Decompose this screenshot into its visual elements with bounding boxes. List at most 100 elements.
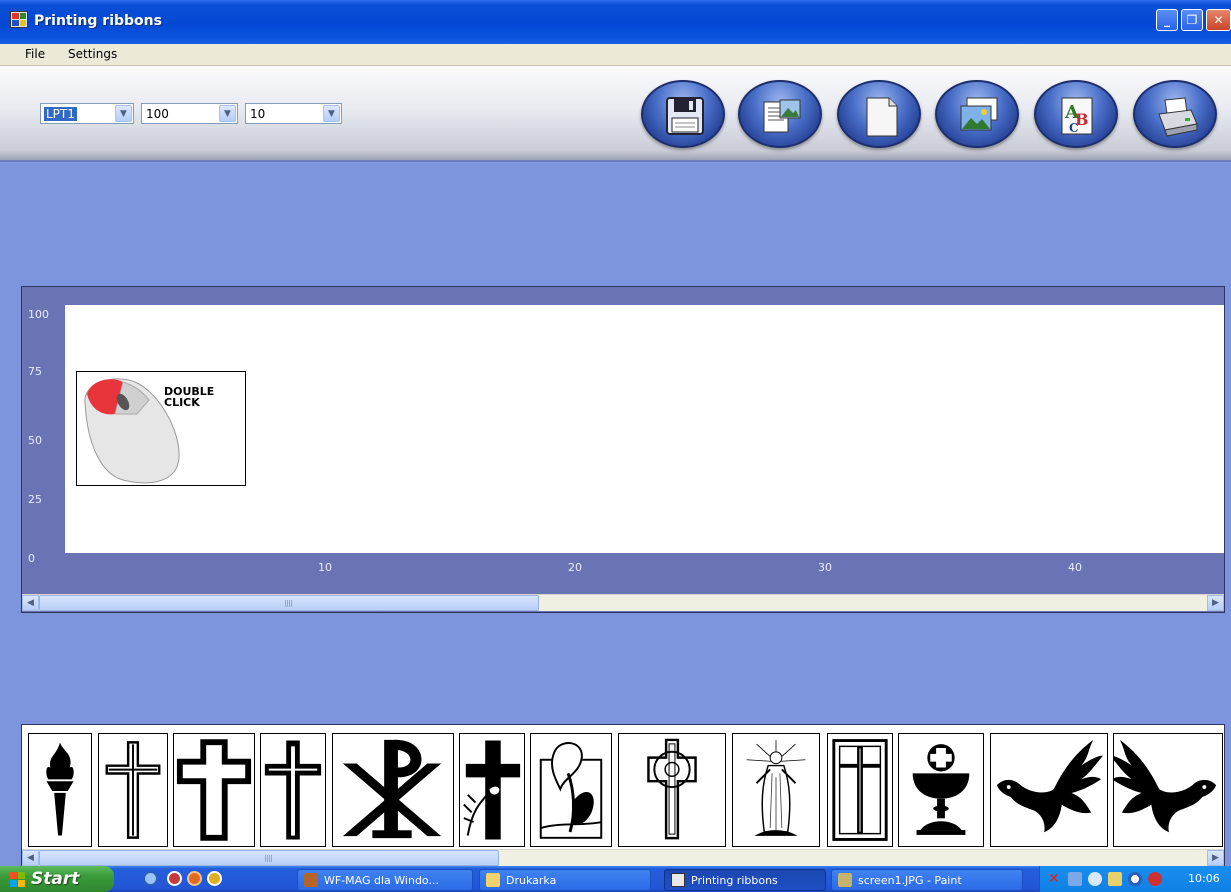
- x-tick-label: 30: [818, 561, 832, 574]
- media-player-icon[interactable]: [167, 871, 182, 886]
- symbol-chi-rho[interactable]: [332, 733, 454, 847]
- double-click-text: DOUBLE CLICK: [164, 385, 215, 409]
- folder-icon: [486, 873, 500, 887]
- start-button[interactable]: Start: [0, 866, 114, 892]
- printer-icon: [1158, 97, 1198, 137]
- y-tick-label: 25: [28, 493, 42, 506]
- height-select[interactable]: 100 ▼: [141, 103, 238, 124]
- chalice-icon: [912, 744, 970, 835]
- double-cross-icon: [264, 740, 322, 840]
- network-icon[interactable]: [1068, 872, 1082, 886]
- y-tick-label: 100: [28, 308, 49, 321]
- symbol-horizontal-scrollbar[interactable]: ◀ ▶: [22, 849, 1224, 866]
- internet-explorer-icon[interactable]: [143, 871, 158, 886]
- width-select-value: 10: [250, 107, 266, 121]
- taskbar: Start WF-MAG dla Windo... Drukarka Print…: [0, 866, 1231, 892]
- menu-settings[interactable]: Settings: [68, 47, 117, 61]
- task-drukarka[interactable]: Drukarka: [479, 869, 651, 891]
- task-paint[interactable]: screen1.JPG - Paint: [831, 869, 1023, 891]
- app-icon: [10, 11, 28, 28]
- minimize-button[interactable]: _: [1156, 9, 1178, 31]
- symbol-gallery: ◀ ▶: [21, 724, 1225, 874]
- window-title: Printing ribbons: [34, 13, 162, 29]
- insert-text-button[interactable]: A B C: [1034, 80, 1118, 148]
- app-icon: [671, 873, 685, 887]
- symbol-celtic-cross[interactable]: [618, 733, 726, 847]
- close-button[interactable]: ✕: [1206, 9, 1231, 31]
- symbol-calla-lily[interactable]: [530, 733, 612, 847]
- symbol-double-cross[interactable]: [260, 733, 326, 847]
- width-select[interactable]: 10 ▼: [245, 103, 342, 124]
- ribbon-canvas-panel: 100 75 50 25 0 DOUBLE CLICK 10 20 30 40 …: [21, 286, 1225, 613]
- package-icon: [304, 873, 318, 887]
- symbol-chalice[interactable]: [898, 733, 984, 847]
- jesus-figure-icon: [746, 740, 806, 836]
- symbol-dove-right[interactable]: [1113, 733, 1223, 847]
- chevron-down-icon[interactable]: ▼: [219, 105, 236, 122]
- port-select-value: LPT1: [44, 107, 77, 121]
- x-tick-label: 40: [1068, 561, 1082, 574]
- security-icon[interactable]: [1128, 872, 1142, 886]
- sound-icon[interactable]: [1088, 872, 1102, 886]
- print-button[interactable]: [1133, 80, 1217, 148]
- start-label: Start: [31, 869, 80, 889]
- y-tick-label: 75: [28, 365, 42, 378]
- insert-document-button[interactable]: [738, 80, 822, 148]
- torch-icon: [46, 742, 74, 836]
- image-icon: [960, 97, 998, 131]
- chevron-down-icon[interactable]: ▼: [115, 105, 132, 122]
- outline-cross-icon: [176, 739, 252, 841]
- chevron-down-icon[interactable]: ▼: [323, 105, 340, 122]
- symbol-jesus[interactable]: [732, 733, 820, 847]
- symbol-thin-cross[interactable]: [98, 733, 168, 847]
- framed-cross-icon: [832, 739, 888, 841]
- scroll-thumb[interactable]: [39, 595, 539, 611]
- scroll-thumb[interactable]: [39, 850, 499, 866]
- symbol-cross-lilies[interactable]: [459, 733, 525, 847]
- title-bar: Printing ribbons _ ❐ ✕: [0, 0, 1231, 44]
- system-tray: ✕ 10:06: [1039, 866, 1231, 892]
- calla-lily-icon: [539, 742, 603, 839]
- height-select-value: 100: [146, 107, 169, 121]
- double-click-hint[interactable]: DOUBLE CLICK: [76, 371, 246, 486]
- symbol-dove-left[interactable]: [990, 733, 1108, 847]
- symbol-framed-cross[interactable]: [827, 733, 893, 847]
- y-tick-label: 50: [28, 434, 42, 447]
- windows-flag-icon: [10, 872, 25, 887]
- menu-bar: File Settings: [0, 44, 1231, 66]
- network-error-icon[interactable]: ✕: [1048, 872, 1062, 886]
- firefox-icon[interactable]: [187, 871, 202, 886]
- scroll-right-button[interactable]: ▶: [1207, 850, 1224, 866]
- insert-image-button[interactable]: [935, 80, 1019, 148]
- task-printing-ribbons[interactable]: Printing ribbons: [664, 869, 826, 891]
- symbol-outline-cross[interactable]: [173, 733, 255, 847]
- svg-text:C: C: [1069, 121, 1079, 135]
- show-desktop-icon[interactable]: [207, 871, 222, 886]
- celtic-cross-icon: [647, 738, 697, 840]
- clock: 10:06: [1188, 872, 1220, 885]
- port-select[interactable]: LPT1 ▼: [40, 103, 134, 124]
- scroll-left-button[interactable]: ◀: [22, 595, 39, 611]
- save-button[interactable]: [641, 80, 725, 148]
- menu-file[interactable]: File: [25, 47, 45, 61]
- update-icon[interactable]: [1108, 872, 1122, 886]
- ribbon-canvas[interactable]: DOUBLE CLICK: [65, 305, 1224, 553]
- mouse-icon: [84, 378, 180, 484]
- maximize-button[interactable]: ❐: [1181, 9, 1203, 31]
- thin-cross-icon: [105, 741, 161, 839]
- symbol-torch[interactable]: [28, 733, 92, 847]
- toolbar: LPT1 ▼ 100 ▼ 10 ▼ A B C: [0, 66, 1231, 162]
- cross-with-lilies-icon: [463, 740, 521, 840]
- antivirus-icon[interactable]: [1148, 872, 1162, 886]
- save-icon: [666, 97, 704, 135]
- dove-right-icon: [1114, 739, 1217, 833]
- task-wf-mag[interactable]: WF-MAG dla Windo...: [297, 869, 473, 891]
- scroll-left-button[interactable]: ◀: [22, 850, 39, 866]
- chi-rho-icon: [342, 739, 442, 839]
- text-abc-icon: A B C: [1061, 97, 1093, 135]
- canvas-horizontal-scrollbar[interactable]: ◀ ▶: [22, 594, 1224, 611]
- dove-left-icon: [996, 739, 1104, 833]
- y-tick-label: 0: [28, 552, 35, 565]
- scroll-right-button[interactable]: ▶: [1207, 595, 1224, 611]
- new-page-button[interactable]: [837, 80, 921, 148]
